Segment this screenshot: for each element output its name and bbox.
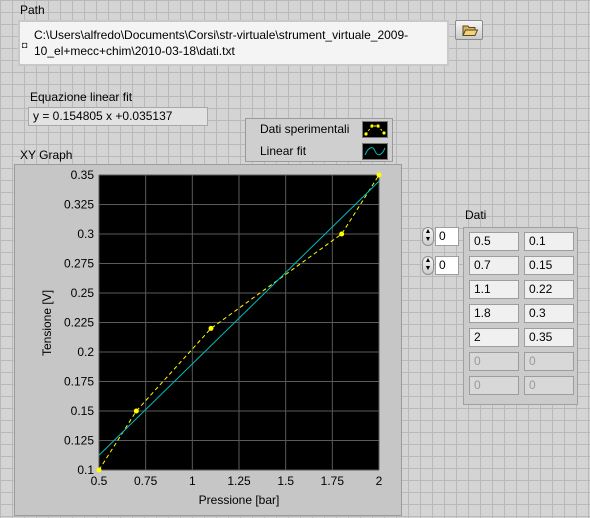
array-cell[interactable]: 0 xyxy=(469,352,519,371)
data-array: 0.5 0.1 0.7 0.15 1.1 0.22 1.8 0.3 2 0.35 0 0 0 0 xyxy=(463,227,578,405)
col-index-spinner[interactable]: ▲ ▼ xyxy=(422,256,434,275)
x-tick-label: 1.75 xyxy=(321,474,345,488)
x-tick-label: 2 xyxy=(376,474,383,488)
array-cell[interactable]: 0.22 xyxy=(524,280,574,299)
y-tick-label: 0.225 xyxy=(64,316,94,330)
y-tick-label: 0.2 xyxy=(77,345,94,359)
legend-swatch-fit[interactable] xyxy=(362,143,388,160)
array-cell[interactable]: 0.15 xyxy=(524,256,574,275)
path-type-icon: ◘ xyxy=(22,40,28,50)
browse-button[interactable] xyxy=(455,20,483,40)
path-field[interactable]: ◘ C:\Users\alfredo\Documents\Corsi\str-v… xyxy=(18,20,449,66)
legend-item-data[interactable]: Dati sperimentali xyxy=(246,119,392,140)
row-index-input[interactable]: 0 xyxy=(435,227,459,246)
row-index-spinner[interactable]: ▲ ▼ xyxy=(422,227,434,246)
array-cell[interactable]: 0.35 xyxy=(524,328,574,347)
y-tick-label: 0.35 xyxy=(71,168,95,182)
y-tick-label: 0.15 xyxy=(71,404,95,418)
y-tick-label: 0.325 xyxy=(64,198,94,212)
y-axis-label: Tensione [V] xyxy=(40,290,54,356)
array-cell[interactable]: 0.3 xyxy=(524,304,574,323)
array-cell[interactable]: 0 xyxy=(524,376,574,395)
data-point xyxy=(339,231,345,237)
wave-line-icon xyxy=(364,147,386,156)
x-tick-label: 1.25 xyxy=(227,474,251,488)
row-index-control[interactable]: ▲ ▼ 0 xyxy=(422,227,460,246)
y-tick-label: 0.25 xyxy=(71,286,95,300)
col-index-control[interactable]: ▲ ▼ 0 xyxy=(422,256,460,275)
col-index-input[interactable]: 0 xyxy=(435,256,459,275)
array-cell[interactable]: 0 xyxy=(524,352,574,371)
x-tick-label: 0.75 xyxy=(134,474,158,488)
x-tick-label: 1 xyxy=(189,474,196,488)
equation-display: y = 0.154805 x +0.035137 xyxy=(28,107,208,126)
array-cell[interactable]: 0.1 xyxy=(524,232,574,251)
array-cell[interactable]: 0.5 xyxy=(469,232,519,251)
path-line-2: 10_el+mecc+chim\2010-03-18\dati.txt xyxy=(34,44,235,58)
array-cell[interactable]: 1.1 xyxy=(469,280,519,299)
x-tick-label: 1.5 xyxy=(277,474,294,488)
legend-label-data: Dati sperimentali xyxy=(260,122,350,136)
dashed-line-with-dots-icon xyxy=(364,124,386,136)
y-tick-label: 0.1 xyxy=(77,463,94,477)
xy-graph-plot[interactable]: 0.5 0.75 1 1.25 1.5 1.75 20.10.1250.150.1750.2… xyxy=(15,165,401,515)
data-point xyxy=(208,325,214,331)
data-array-label: Dati xyxy=(465,208,487,222)
graph-label: XY Graph xyxy=(20,148,73,162)
data-point xyxy=(376,172,382,178)
path-label: Path xyxy=(20,3,45,17)
y-tick-label: 0.3 xyxy=(77,227,94,241)
array-cell[interactable]: 2 xyxy=(469,328,519,347)
data-point xyxy=(133,408,139,414)
data-point xyxy=(96,467,102,473)
x-axis-label: Pressione [bar] xyxy=(199,493,280,507)
y-tick-label: 0.125 xyxy=(64,434,94,448)
equation-label: Equazione linear fit xyxy=(30,90,133,104)
array-cell[interactable]: 0 xyxy=(469,376,519,395)
array-cell[interactable]: 0.7 xyxy=(469,256,519,275)
y-tick-label: 0.175 xyxy=(64,375,94,389)
legend-label-fit: Linear fit xyxy=(260,144,307,158)
folder-open-icon xyxy=(462,25,479,36)
path-line-1: C:\Users\alfredo\Documents\Corsi\str-vir… xyxy=(34,28,409,42)
xy-graph[interactable]: 0.5 0.75 1 1.25 1.5 1.75 2 0.1 0.125 0.15 0.175 0.2… xyxy=(14,164,402,516)
legend-swatch-data[interactable] xyxy=(362,121,388,138)
plot-legend: Dati sperimentali Linear fit xyxy=(245,118,393,162)
legend-item-fit[interactable]: Linear fit xyxy=(246,141,392,162)
y-tick-label: 0.275 xyxy=(64,257,94,271)
array-cell[interactable]: 1.8 xyxy=(469,304,519,323)
